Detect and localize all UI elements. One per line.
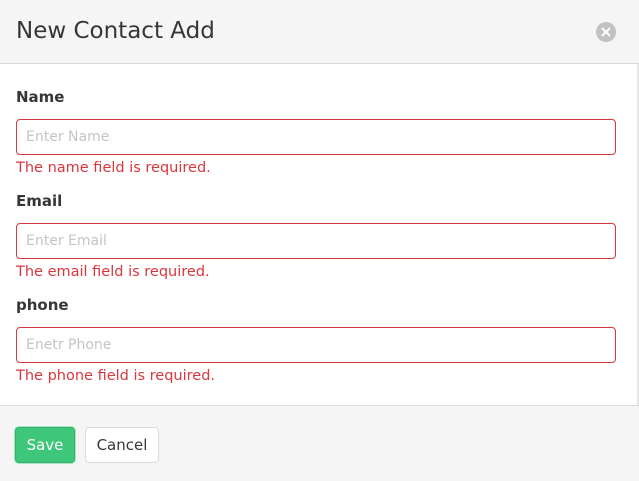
modal-title: New Contact Add <box>16 18 215 44</box>
email-input[interactable] <box>16 223 616 259</box>
email-error: The email field is required. <box>16 264 210 280</box>
close-button[interactable] <box>596 22 616 42</box>
new-contact-modal: New Contact Add Name The name field is r… <box>0 0 639 481</box>
email-label: Email <box>16 192 63 210</box>
name-error: The name field is required. <box>16 160 211 176</box>
email-field-group: Email The email field is required. <box>16 191 616 282</box>
phone-field-group: phone The phone field is required. <box>16 295 616 386</box>
save-button[interactable]: Save <box>15 427 75 463</box>
name-input[interactable] <box>16 119 616 155</box>
close-icon <box>601 27 611 37</box>
phone-input[interactable] <box>16 327 616 363</box>
cancel-button[interactable]: Cancel <box>85 427 159 463</box>
name-field-group: Name The name field is required. <box>16 87 616 178</box>
modal-body: Name The name field is required. Email T… <box>0 64 639 405</box>
phone-label: phone <box>16 296 69 314</box>
name-label: Name <box>16 88 65 106</box>
modal-footer: Save Cancel <box>0 405 639 481</box>
phone-error: The phone field is required. <box>16 368 216 384</box>
modal-header: New Contact Add <box>0 0 639 64</box>
